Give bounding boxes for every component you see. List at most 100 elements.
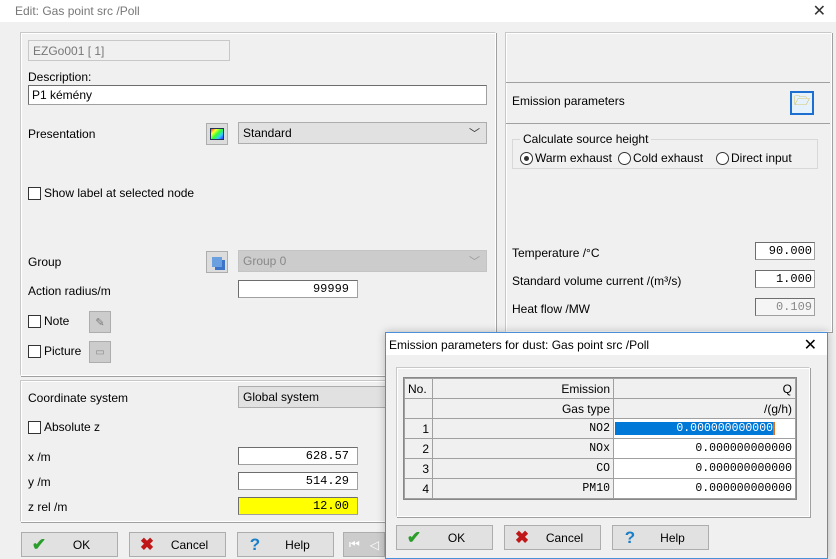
checkmark-icon: ✔ xyxy=(31,534,47,554)
coordinate-label: Coordinate system xyxy=(28,391,129,405)
radio-cold-exhaust[interactable]: Cold exhaust xyxy=(618,151,704,166)
q-cell[interactable]: 0.000000000000 xyxy=(613,478,796,499)
note-checkbox[interactable]: Note xyxy=(28,314,70,329)
help-label: Help xyxy=(660,530,685,545)
note-icon[interactable]: ✎ xyxy=(89,311,111,333)
description-input[interactable]: P1 kémény xyxy=(28,85,487,105)
checkbox[interactable] xyxy=(28,421,41,435)
subheader-gas-type: Gas type xyxy=(432,398,614,419)
row-number: 4 xyxy=(404,478,433,499)
radio-label: Direct input xyxy=(731,151,792,165)
q-cell[interactable]: 0.000000000000 xyxy=(613,438,796,459)
radio-warm-exhaust[interactable]: Warm exhaust xyxy=(520,151,612,166)
cancel-button[interactable]: ✖ Cancel xyxy=(129,532,226,557)
row-number: 1 xyxy=(404,418,433,439)
table-subheader-row: Gas type /(g/h) xyxy=(404,398,796,419)
absolute-z-checkbox[interactable]: Absolute z xyxy=(28,420,101,435)
gas-type-cell: PM10 xyxy=(432,478,614,499)
emission-table: No. Emission Q Gas type /(g/h) 1 NO2 0.0… xyxy=(403,377,797,500)
presentation-label: Presentation xyxy=(28,127,96,141)
title-bar: Edit: Gas point src /Poll xyxy=(0,0,836,22)
q-value[interactable]: 0.000000000000 xyxy=(695,482,792,495)
divider xyxy=(506,82,830,83)
picture-checkbox[interactable]: Picture xyxy=(28,344,81,359)
table-row[interactable]: 1 NO2 0.000000000000 xyxy=(404,418,796,439)
z-label: z rel /m xyxy=(28,500,68,514)
gas-type-cell: CO xyxy=(432,458,614,479)
radio-label: Cold exhaust xyxy=(633,151,704,165)
checkmark-icon: ✔ xyxy=(406,527,422,547)
help-label: Help xyxy=(285,537,310,552)
ok-button[interactable]: ✔ OK xyxy=(21,532,118,557)
cancel-label: Cancel xyxy=(170,537,209,552)
chevron-down-icon: ﹀ xyxy=(469,256,480,268)
group-select[interactable]: Group 0 ﹀ xyxy=(238,250,487,272)
table-row[interactable]: 3 CO 0.000000000000 xyxy=(404,458,796,479)
x-input[interactable]: 628.57 xyxy=(238,447,358,465)
close-icon[interactable]: ✕ xyxy=(804,335,817,355)
dialog-title-bar: Emission parameters for dust: Gas point … xyxy=(386,333,827,355)
folder-open-icon[interactable]: 🗁 xyxy=(790,91,814,115)
window-title: Edit: Gas point src /Poll xyxy=(15,4,140,18)
divider xyxy=(506,123,830,124)
temperature-input[interactable]: 90.000 xyxy=(755,242,815,260)
action-radius-label: Action radius/m xyxy=(28,284,111,298)
volume-label: Standard volume current /(m³/s) xyxy=(512,274,682,288)
table-row[interactable]: 2 NOx 0.000000000000 xyxy=(404,438,796,459)
help-button[interactable]: ? Help xyxy=(237,532,334,557)
subheader-unit: /(g/h) xyxy=(613,398,796,419)
dialog-help-button[interactable]: ? Help xyxy=(612,525,709,550)
description-label: Description: xyxy=(28,70,92,84)
coordinate-value: Global system xyxy=(243,390,320,404)
navigation-buttons[interactable]: ⏮ ◁ xyxy=(343,532,385,557)
table-header-row: No. Emission Q xyxy=(404,378,796,399)
note-text: Note xyxy=(44,314,70,328)
table-row[interactable]: 4 PM10 0.000000000000 xyxy=(404,478,796,499)
show-label-checkbox[interactable]: Show label at selected node xyxy=(28,186,194,201)
subheader-no xyxy=(404,398,433,419)
gas-type-cell: NOx xyxy=(432,438,614,459)
radio[interactable] xyxy=(520,152,533,166)
first-record-icon[interactable]: ⏮ xyxy=(349,537,360,552)
radio-direct-input[interactable]: Direct input xyxy=(716,151,792,166)
y-input[interactable]: 514.29 xyxy=(238,472,358,490)
source-height-legend: Calculate source height xyxy=(520,132,652,146)
q-value[interactable]: 0.000000000000 xyxy=(695,442,792,455)
q-cell[interactable]: 0.000000000000 xyxy=(613,418,796,439)
radio[interactable] xyxy=(716,152,729,166)
question-icon: ? xyxy=(249,534,261,554)
previous-record-icon[interactable]: ◁ xyxy=(370,538,379,552)
dialog-cancel-button[interactable]: ✖ Cancel xyxy=(504,525,601,550)
checkbox[interactable] xyxy=(28,345,41,359)
volume-input[interactable]: 1.000 xyxy=(755,270,815,288)
group-icon[interactable] xyxy=(206,251,228,273)
y-label: y /m xyxy=(28,475,51,489)
close-icon[interactable]: ✕ xyxy=(813,1,826,21)
x-label: x /m xyxy=(28,450,51,464)
q-value[interactable]: 0.000000000000 xyxy=(615,422,775,435)
header-no: No. xyxy=(404,378,433,399)
presentation-select[interactable]: Standard ﹀ xyxy=(238,122,487,144)
cancel-label: Cancel xyxy=(545,530,584,545)
q-cell[interactable]: 0.000000000000 xyxy=(613,458,796,479)
question-icon: ? xyxy=(624,527,636,547)
radio[interactable] xyxy=(618,152,631,166)
action-radius-input[interactable]: 99999 xyxy=(238,280,358,298)
ok-label: OK xyxy=(447,530,466,545)
q-value[interactable]: 0.000000000000 xyxy=(695,462,792,475)
header-q: Q xyxy=(613,378,796,399)
color-palette-icon[interactable] xyxy=(206,123,228,145)
heat-flow-input: 0.109 xyxy=(755,298,815,316)
heat-flow-label: Heat flow /MW xyxy=(512,302,591,316)
presentation-value: Standard xyxy=(243,126,292,140)
checkbox[interactable] xyxy=(28,315,41,329)
checkbox[interactable] xyxy=(28,187,41,201)
header-emission: Emission xyxy=(432,378,614,399)
emission-parameters-label: Emission parameters xyxy=(512,94,625,108)
picture-icon[interactable]: ▭ xyxy=(89,341,111,363)
chevron-down-icon: ﹀ xyxy=(469,128,480,140)
z-input[interactable]: 12.00 xyxy=(238,497,358,515)
absolute-z-text: Absolute z xyxy=(44,420,101,434)
radio-label: Warm exhaust xyxy=(535,151,612,165)
dialog-ok-button[interactable]: ✔ OK xyxy=(396,525,493,550)
